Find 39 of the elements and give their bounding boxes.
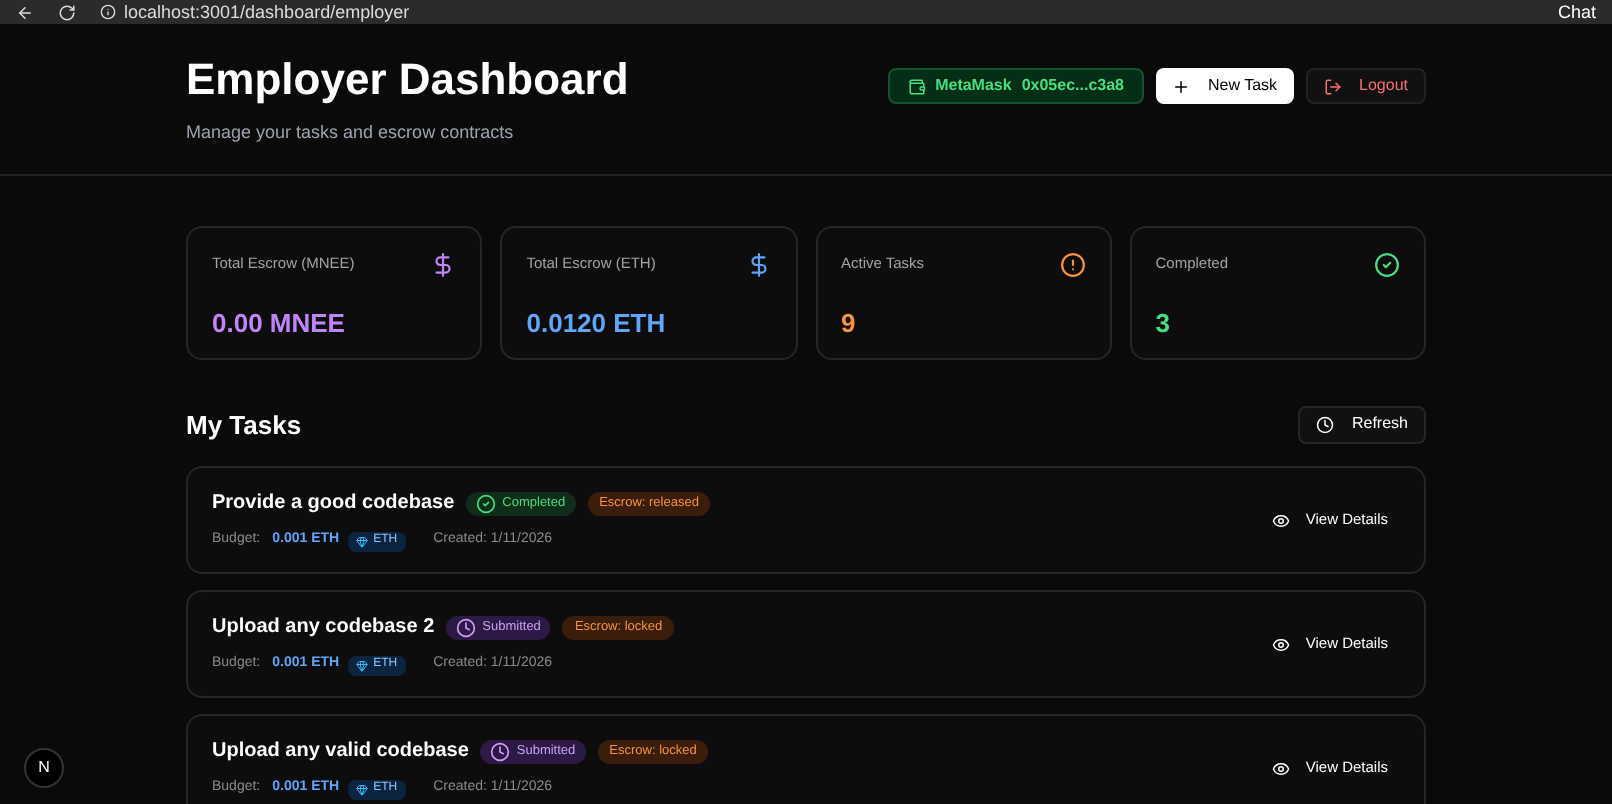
stat-value: 0.00 MNEE [212, 305, 347, 341]
task-title: Upload any valid codebase [212, 738, 469, 767]
gem-icon [355, 535, 368, 547]
eye-icon [1271, 511, 1290, 529]
page-title: Employer Dashboard [186, 52, 629, 108]
plus-icon [1172, 77, 1190, 95]
clock-icon [1315, 415, 1334, 434]
task-title: Upload any codebase 2 [212, 614, 435, 643]
dev-badge[interactable]: N [24, 748, 64, 788]
back-icon[interactable] [16, 3, 34, 21]
alert-icon [1059, 251, 1086, 277]
reload-icon[interactable] [58, 3, 76, 21]
page-subtitle: Manage your tasks and escrow contracts [186, 120, 516, 146]
url-text[interactable]: localhost:3001/dashboard/employer [124, 2, 410, 22]
clock-icon [490, 741, 511, 762]
clock-icon [456, 617, 477, 638]
wallet-name: MetaMask [935, 74, 1012, 98]
gem-icon [355, 783, 368, 795]
section-title: My Tasks [186, 407, 302, 444]
check-circle-icon [1374, 251, 1400, 277]
chat-button[interactable]: Chat [1557, 2, 1596, 22]
check-circle-icon [476, 493, 497, 514]
logout-icon [1323, 77, 1342, 95]
wallet-icon [907, 77, 926, 95]
stat-value: 0.0120 ETH [526, 305, 668, 341]
eye-icon [1271, 635, 1290, 653]
task-title: Provide a good codebase [212, 490, 455, 519]
wallet-address: 0x05ec...c3a8 [1021, 74, 1124, 98]
wallet-badge[interactable]: MetaMask 0x05ec...c3a8 [887, 68, 1144, 104]
stat-value: 9 [841, 305, 858, 341]
eye-icon [1271, 759, 1290, 777]
logout-button[interactable]: Logout [1305, 68, 1426, 104]
stat-value: 3 [1155, 305, 1172, 341]
refresh-button[interactable]: Refresh [1297, 405, 1426, 444]
info-icon [100, 4, 116, 20]
gem-icon [355, 659, 368, 671]
dollar-icon [745, 251, 771, 277]
dollar-icon [430, 251, 457, 277]
new-task-button[interactable]: New Task [1156, 68, 1294, 104]
